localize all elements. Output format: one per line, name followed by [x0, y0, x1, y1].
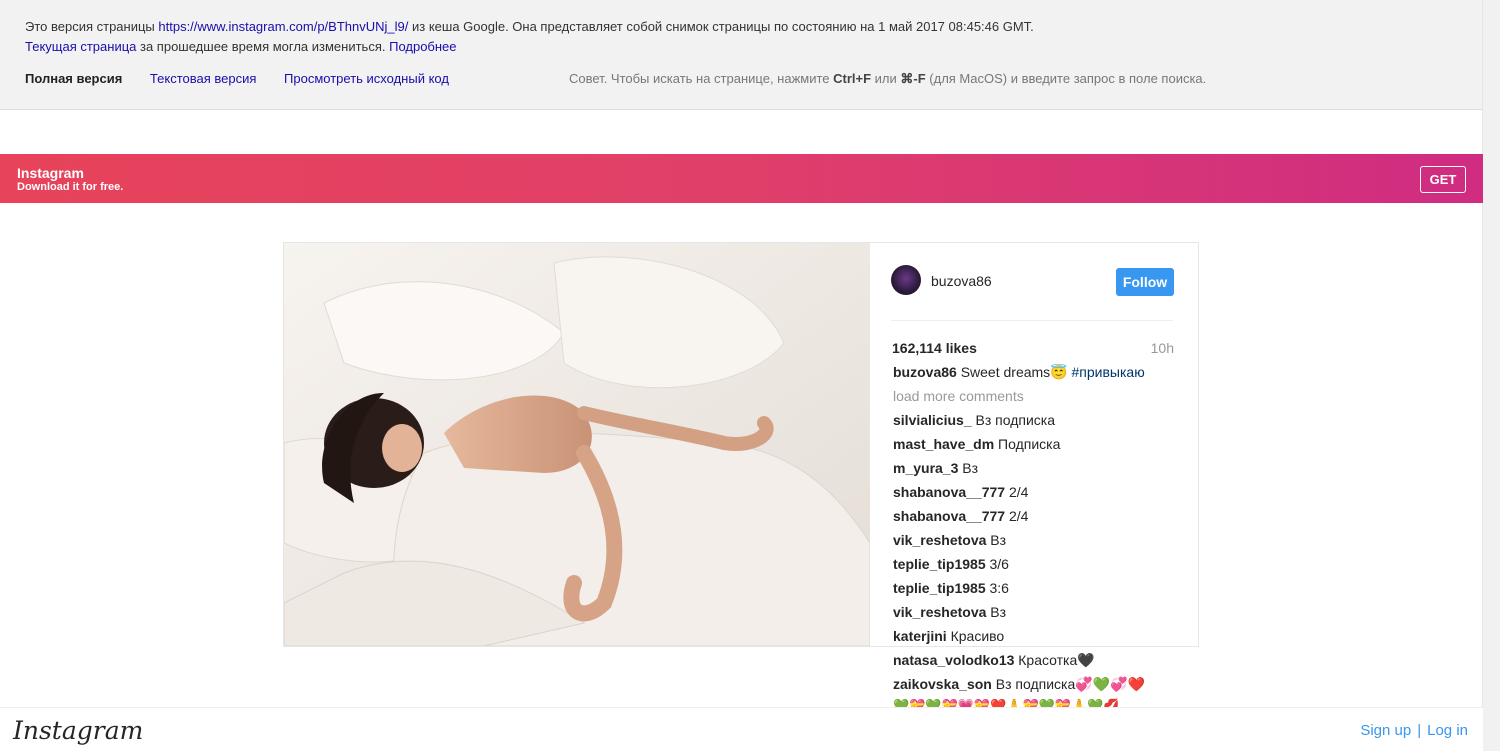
post-photo[interactable]	[284, 243, 870, 646]
log-in-link[interactable]: Log in	[1427, 722, 1468, 739]
comment-text: Вз	[958, 460, 979, 476]
cache-notice-suffix: из кеша Google. Она представляет собой с…	[408, 19, 1034, 34]
comment-text: 2/4	[1005, 508, 1029, 524]
tip-suffix: (для MacOS) и введите запрос в поле поис…	[925, 71, 1207, 86]
get-app-button[interactable]: GET	[1420, 166, 1466, 193]
caption-hashtag[interactable]: #привыкаю	[1072, 364, 1145, 380]
header-divider	[891, 320, 1173, 321]
text-version-link[interactable]: Текстовая версия	[150, 71, 256, 86]
comment-text: Вз подписка💞💚💞❤️	[991, 676, 1145, 692]
google-cache-header: Это версия страницы https://www.instagra…	[0, 0, 1483, 110]
likes-count[interactable]: 162,114 likes	[892, 340, 977, 356]
comment-item: shabanova__777 2/4	[893, 504, 1193, 528]
comment-text: Подписка	[994, 436, 1061, 452]
cache-notice-prefix: Это версия страницы	[25, 19, 159, 34]
comments-list: buzova86 Sweet dreams😇 #привыкаю load mo…	[893, 360, 1193, 716]
app-download-banner: Instagram Download it for free. GET	[0, 154, 1483, 203]
link-separator: |	[1417, 722, 1422, 739]
comment-text: Вз	[986, 532, 1007, 548]
banner-subtitle: Download it for free.	[17, 181, 124, 193]
cache-view-nav: Полная версия Текстовая версия Просмотре…	[25, 71, 473, 86]
post-author-username[interactable]: buzova86	[931, 273, 992, 289]
comment-item: katerjini Красиво	[893, 624, 1193, 648]
comment-text: Вз	[986, 604, 1007, 620]
instagram-logo[interactable]: Instagram	[13, 716, 143, 745]
comment-username[interactable]: shabanova__777	[893, 508, 1005, 524]
post-time[interactable]: 10h	[1151, 340, 1174, 356]
comment-username[interactable]: silvialicius_	[893, 412, 972, 428]
cache-notice-line2: Текущая страница за прошедшее время могл…	[25, 39, 457, 54]
vertical-scrollbar[interactable]	[1482, 0, 1500, 751]
learn-more-link[interactable]: Подробнее	[389, 39, 456, 54]
comment-item: natasa_volodko13 Красотка🖤	[893, 648, 1193, 672]
comment-username[interactable]: mast_have_dm	[893, 436, 994, 452]
comment-username[interactable]: zaikovska_son	[893, 676, 992, 692]
load-more-comments-link[interactable]: load more comments	[893, 384, 1193, 408]
photo-illustration	[284, 243, 870, 646]
comment-item: shabanova__777 2/4	[893, 480, 1193, 504]
tip-key-cmdf: ⌘-F	[900, 71, 926, 86]
tip-prefix: Совет. Чтобы искать на странице, нажмите	[569, 71, 834, 86]
avatar[interactable]	[891, 265, 921, 295]
comment-text: Красиво	[946, 628, 1005, 644]
full-version-label: Полная версия	[25, 71, 123, 86]
caption-username[interactable]: buzova86	[893, 364, 957, 380]
comment-item: m_yura_3 Вз	[893, 456, 1193, 480]
comment-item: vik_reshetova Вз	[893, 528, 1193, 552]
comment-username[interactable]: shabanova__777	[893, 484, 1005, 500]
comment-item: teplie_tip1985 3:6	[893, 576, 1193, 600]
post-caption: buzova86 Sweet dreams😇 #привыкаю	[893, 360, 1193, 384]
comment-item: vik_reshetova Вз	[893, 600, 1193, 624]
comment-username[interactable]: katerjini	[893, 628, 947, 644]
comment-item: mast_have_dm Подписка	[893, 432, 1193, 456]
cache-notice-line1: Это версия страницы https://www.instagra…	[25, 19, 1034, 34]
tip-key-ctrlf: Ctrl+F	[833, 71, 872, 86]
current-page-link[interactable]: Текущая страница	[25, 39, 136, 54]
view-source-link[interactable]: Просмотреть исходный код	[284, 71, 449, 86]
banner-title: Instagram	[17, 165, 84, 181]
search-tip: Совет. Чтобы искать на странице, нажмите…	[569, 71, 1206, 87]
cached-url-link[interactable]: https://www.instagram.com/p/BThnvUNj_l9/	[158, 19, 408, 34]
follow-button[interactable]: Follow	[1116, 268, 1174, 296]
comment-username[interactable]: teplie_tip1985	[893, 580, 986, 596]
comment-username[interactable]: teplie_tip1985	[893, 556, 986, 572]
comment-username[interactable]: vik_reshetova	[893, 604, 986, 620]
tip-or: или	[871, 71, 901, 86]
comment-text: 3/6	[985, 556, 1009, 572]
comment-item: teplie_tip1985 3/6	[893, 552, 1193, 576]
comment-text: 2/4	[1005, 484, 1029, 500]
comment-username[interactable]: natasa_volodko13	[893, 652, 1014, 668]
comment-username[interactable]: vik_reshetova	[893, 532, 986, 548]
sign-up-link[interactable]: Sign up	[1360, 722, 1411, 739]
comment-item: zaikovska_son Вз подписка💞💚💞❤️	[893, 672, 1193, 696]
auth-links: Sign up | Log in	[1360, 722, 1468, 739]
comment-text: 3:6	[985, 580, 1009, 596]
caption-text: Sweet dreams😇	[956, 364, 1072, 380]
comment-text: Вз подписка	[971, 412, 1055, 428]
comment-text: Красотка🖤	[1014, 652, 1095, 668]
cache-notice-middle: за прошедшее время могла измениться.	[136, 39, 390, 54]
comment-username[interactable]: m_yura_3	[893, 460, 958, 476]
comment-item: silvialicius_ Вз подписка	[893, 408, 1193, 432]
page-footer: Instagram Sign up | Log in	[0, 707, 1483, 752]
